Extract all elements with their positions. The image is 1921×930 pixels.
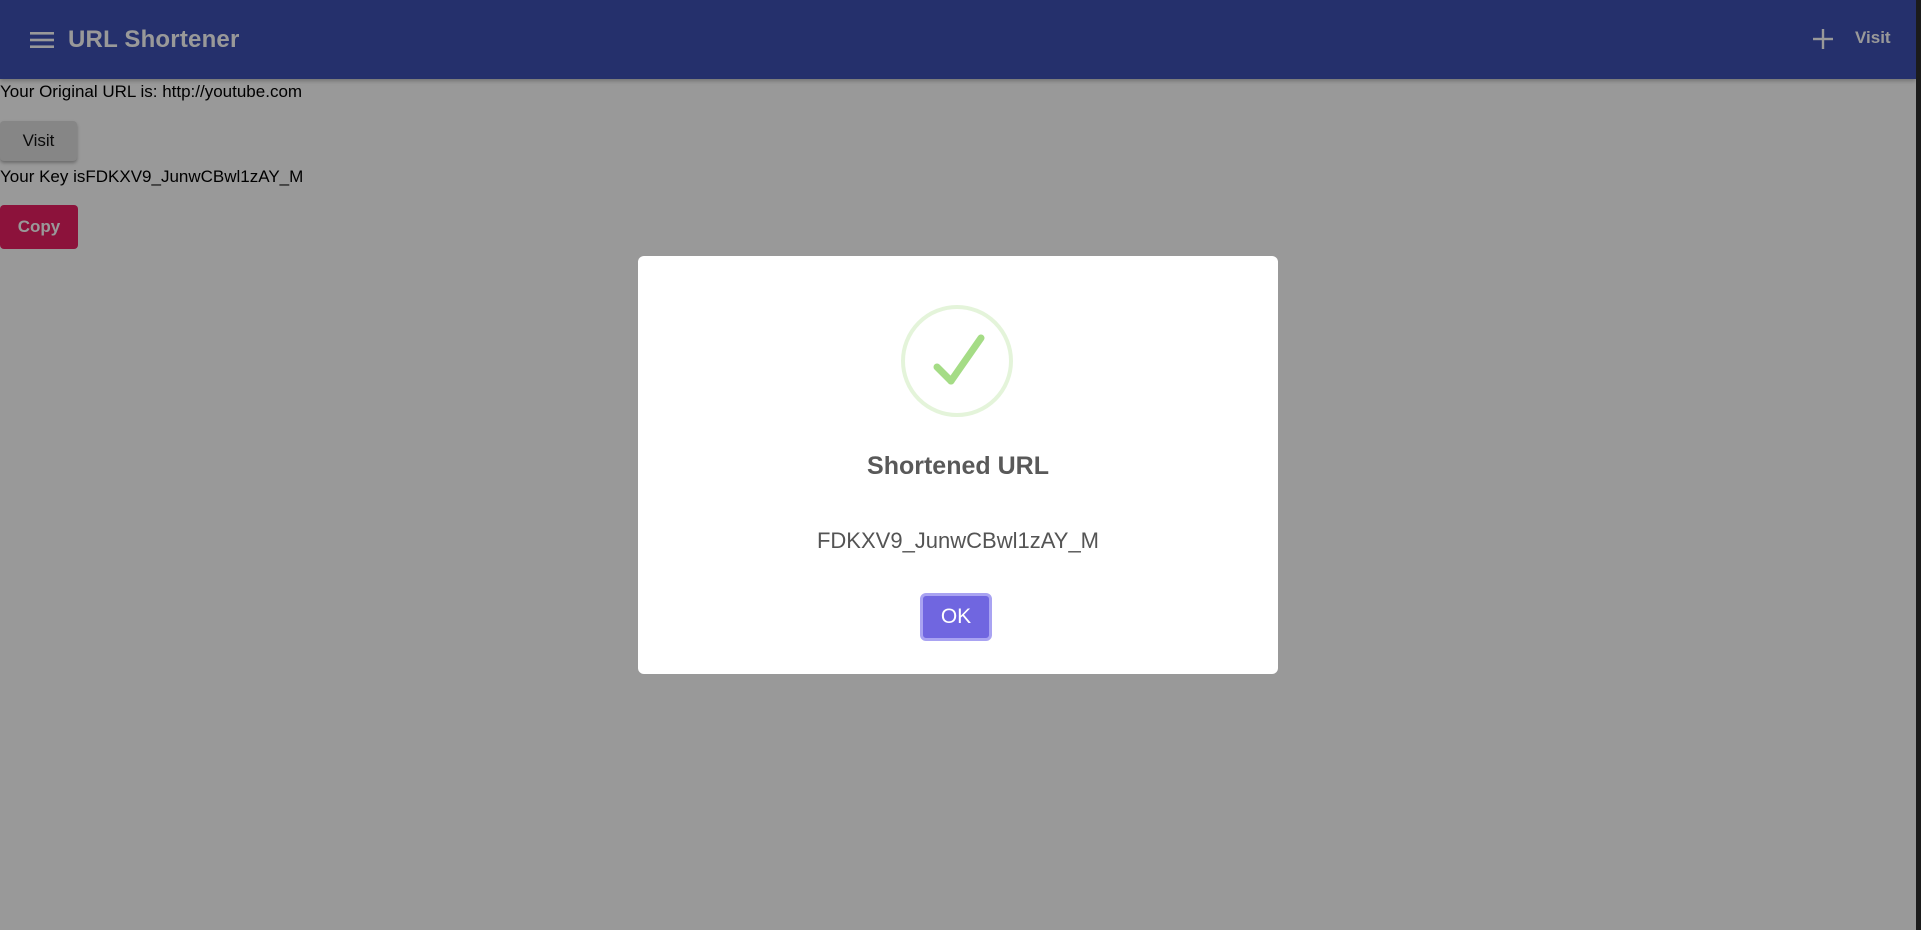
app-viewport: URL Shortener Visit Your Original URL is…	[0, 0, 1916, 930]
dialog-text: FDKXV9_JunwCBwl1zAY_M	[816, 528, 1100, 553]
ok-button[interactable]: OK	[920, 593, 992, 641]
dialog-title: Shortened URL	[867, 452, 1049, 480]
success-dialog: Shortened URL FDKXV9_JunwCBwl1zAY_M OK	[638, 256, 1278, 674]
window-edge	[1916, 0, 1921, 930]
success-check-icon	[901, 305, 1013, 417]
modal-backdrop[interactable]: Shortened URL FDKXV9_JunwCBwl1zAY_M OK	[0, 0, 1916, 930]
